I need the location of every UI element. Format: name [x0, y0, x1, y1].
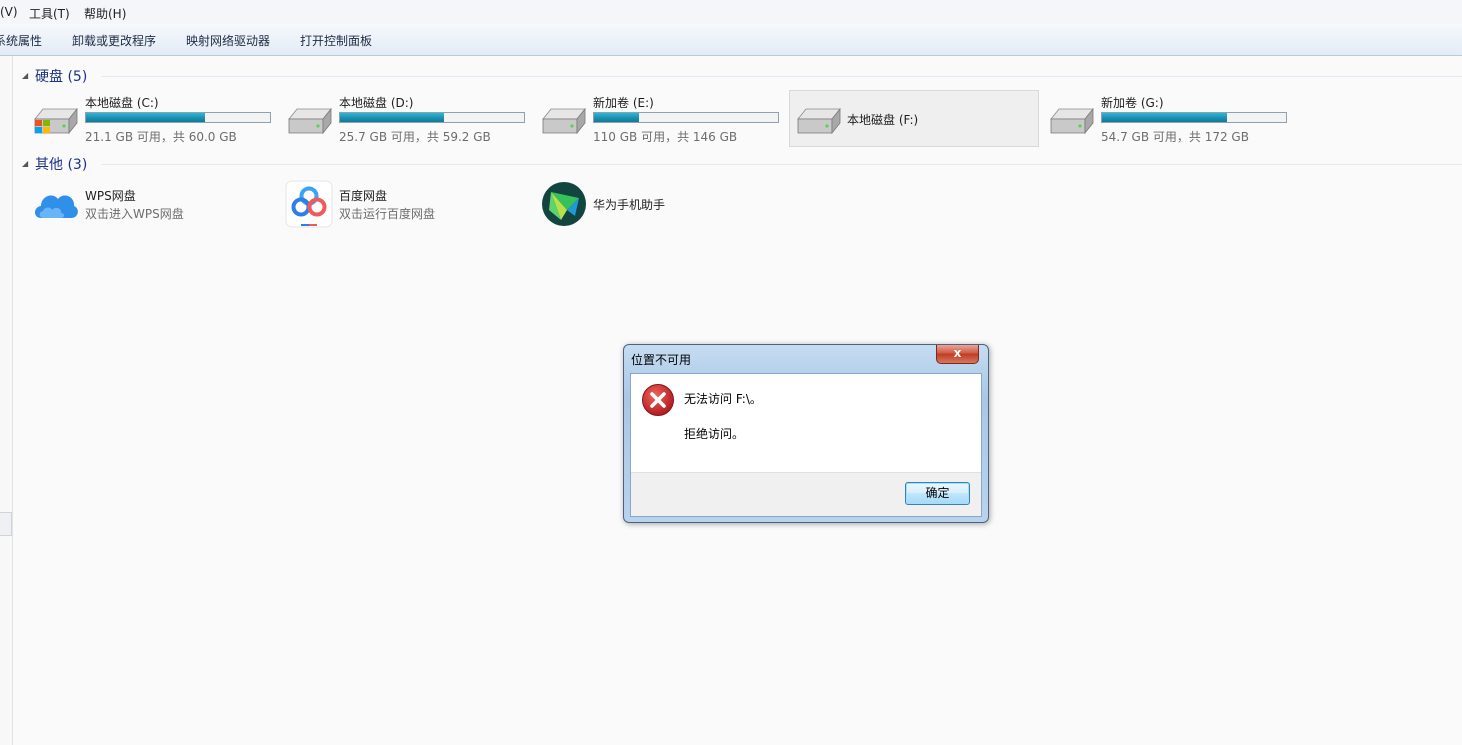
item-subtitle: 双击进入WPS网盘: [85, 207, 184, 221]
system-properties-button[interactable]: 系统属性: [0, 32, 42, 49]
dialog-title: 位置不可用: [631, 353, 692, 367]
command-toolbar: 系统属性 卸载或更改程序 映射网络驱动器 打开控制面板: [0, 24, 1462, 56]
group-divider: [102, 164, 1462, 165]
drive-f[interactable]: 本地磁盘 (F:): [789, 90, 1039, 147]
hard-drive-icon: [542, 107, 586, 135]
close-icon: x: [953, 346, 962, 360]
windows-drive-icon: [34, 107, 78, 135]
menu-help[interactable]: 帮助(H): [84, 5, 126, 22]
group-title: 硬盘 (5): [35, 69, 88, 85]
dialog-body: 无法访问 F:\。 拒绝访问。 确定: [630, 373, 982, 517]
group-header-other[interactable]: ◢ 其他 (3): [22, 154, 1462, 174]
drive-usage-bar: [593, 112, 779, 123]
navigation-pane: [0, 56, 13, 745]
drive-usage-fill: [594, 113, 640, 122]
item-title: WPS网盘: [85, 189, 136, 203]
collapse-triangle-icon[interactable]: ◢: [22, 159, 28, 168]
drive-free-space: 25.7 GB 可用，共 59.2 GB: [339, 130, 491, 144]
map-network-drive-button[interactable]: 映射网络驱动器: [186, 32, 270, 49]
hard-drive-icon: [797, 107, 841, 135]
drive-e[interactable]: 新加卷 (E:) 110 GB 可用，共 146 GB: [534, 91, 784, 147]
drive-usage-bar: [339, 112, 525, 123]
menu-view[interactable]: (V): [0, 5, 18, 19]
drive-free-space: 110 GB 可用，共 146 GB: [593, 130, 738, 144]
item-title: 百度网盘: [339, 189, 388, 203]
hard-drive-icon: [1050, 107, 1094, 135]
menu-tools[interactable]: 工具(T): [29, 5, 70, 22]
drive-d[interactable]: 本地磁盘 (D:) 25.7 GB 可用，共 59.2 GB: [280, 91, 530, 147]
drive-usage-fill: [340, 113, 445, 122]
drive-name: 本地磁盘 (C:): [85, 96, 159, 110]
item-baidu-netdisk[interactable]: 百度网盘 双击运行百度网盘: [285, 180, 535, 232]
huawei-hisuite-icon: [542, 182, 586, 226]
ok-button[interactable]: 确定: [905, 482, 970, 505]
hard-drive-icon: [288, 107, 332, 135]
item-huawei-hisuite[interactable]: 华为手机助手: [539, 180, 789, 232]
drive-c[interactable]: 本地磁盘 (C:) 21.1 GB 可用，共 60.0 GB: [26, 91, 276, 147]
drive-name: 新加卷 (E:): [593, 96, 654, 110]
drive-usage-fill: [86, 113, 206, 122]
drive-free-space: 54.7 GB 可用，共 172 GB: [1101, 130, 1249, 144]
baidu-netdisk-icon: [285, 180, 333, 228]
drive-name: 本地磁盘 (F:): [847, 113, 919, 127]
item-wps-netdisk[interactable]: WPS网盘 双击进入WPS网盘: [31, 180, 281, 232]
drive-g[interactable]: 新加卷 (G:) 54.7 GB 可用，共 172 GB: [1042, 91, 1292, 147]
error-detail: 拒绝访问。: [684, 427, 745, 441]
group-header-hard-disks[interactable]: ◢ 硬盘 (5): [22, 66, 1462, 86]
wps-cloud-icon: [35, 195, 78, 218]
error-icon: [642, 384, 674, 416]
menu-bar: (V) 工具(T) 帮助(H): [0, 0, 1462, 25]
drive-name: 新加卷 (G:): [1101, 96, 1164, 110]
error-message: 无法访问 F:\。: [684, 392, 762, 406]
drive-usage-bar: [1101, 112, 1287, 123]
item-title: 华为手机助手: [593, 198, 666, 212]
open-control-panel-button[interactable]: 打开控制面板: [300, 32, 372, 49]
dialog-close-button[interactable]: x: [936, 345, 979, 364]
dialog-footer: 确定: [631, 472, 981, 516]
group-title: 其他 (3): [35, 157, 88, 173]
drive-usage-fill: [1102, 113, 1228, 122]
location-unavailable-dialog: 位置不可用 x 无法访问 F:\。 拒绝访问。 确定: [623, 344, 989, 523]
drive-usage-bar: [85, 112, 271, 123]
collapse-triangle-icon[interactable]: ◢: [22, 71, 28, 80]
group-divider: [102, 76, 1462, 77]
drive-name: 本地磁盘 (D:): [339, 96, 414, 110]
pane-splitter-handle[interactable]: [0, 512, 12, 536]
uninstall-program-button[interactable]: 卸载或更改程序: [72, 32, 156, 49]
item-subtitle: 双击运行百度网盘: [339, 207, 436, 221]
drive-free-space: 21.1 GB 可用，共 60.0 GB: [85, 130, 237, 144]
